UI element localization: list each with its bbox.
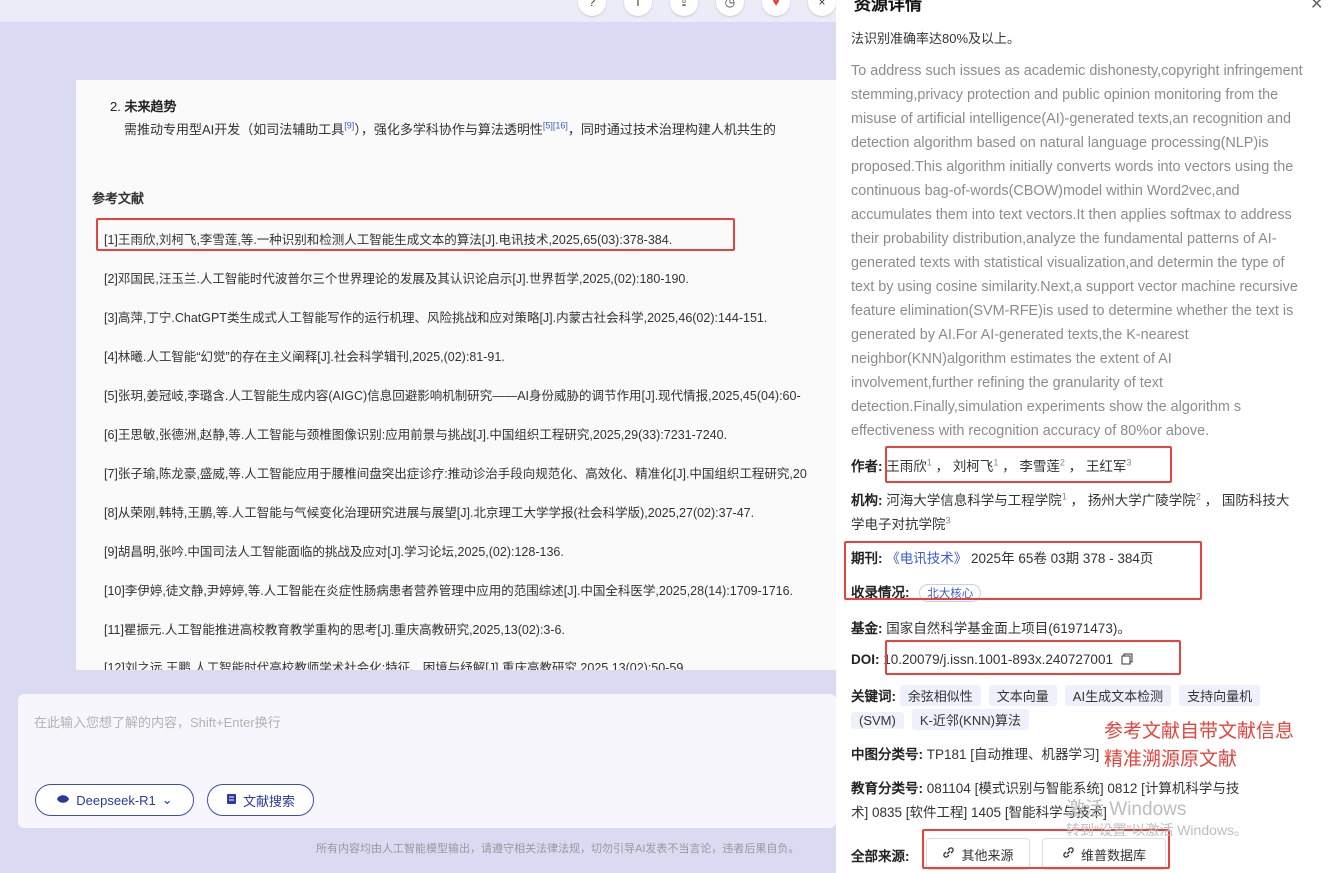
keywords-label: 关键词: bbox=[851, 689, 896, 704]
reference-item[interactable]: [12]刘之远,王鹏.人工智能时代高校教师学术社会化:特征、困境与纾解[J].重… bbox=[104, 657, 687, 670]
history-icon[interactable]: ◷ bbox=[716, 0, 744, 16]
citation-link[interactable]: [5][16] bbox=[543, 121, 568, 131]
document-icon bbox=[226, 793, 237, 808]
institutions-row-continued: 学电子对抗学院3 bbox=[851, 515, 951, 533]
answer-document: 2. 未来趋势 需推动专用型AI开发（如司法辅助工具[9]），强化多学科协作与算… bbox=[76, 80, 836, 670]
edu-class-label: 教育分类号: bbox=[851, 781, 923, 796]
keyword-tag[interactable]: 支持向量机 bbox=[1179, 685, 1261, 706]
close-icon[interactable]: ✕ bbox=[1310, 0, 1323, 14]
activation-watermark-text: 转到“设置”以激活 Windows。 bbox=[1066, 822, 1249, 838]
institutions-label: 机构: bbox=[851, 493, 883, 508]
authors-highlight-box bbox=[885, 446, 1172, 483]
chat-input-placeholder: 在此输入您想了解的内容，Shift+Enter换行 bbox=[34, 715, 281, 730]
clc-row: 中图分类号: TP181 [自动推理、机器学习] bbox=[851, 743, 1099, 763]
reference-highlight-box bbox=[96, 218, 735, 251]
institutions-row: 机构: 河海大学信息科学与工程学院1 ， 扬州大学广陵学院2 ， 国防科技大 bbox=[851, 491, 1290, 509]
sources-label: 全部来源: bbox=[851, 849, 910, 864]
reference-item[interactable]: [7]张子瑜,陈龙豪,盛威,等.人工智能应用于腰椎间盘突出症诊疗:推动诊治手段向… bbox=[104, 463, 807, 482]
model-icon bbox=[56, 793, 70, 808]
literature-search-label: 文献搜索 bbox=[242, 793, 295, 809]
keyword-tag[interactable]: (SVM) bbox=[851, 712, 904, 729]
annotation-line2: 精准溯源原文献 bbox=[1104, 749, 1238, 770]
keyword-tag[interactable]: AI生成文本检测 bbox=[1064, 685, 1172, 706]
journal-highlight-box bbox=[844, 541, 1202, 600]
reference-item[interactable]: [8]从荣刚,韩特,王鹏,等.人工智能与气候变化治理研究进展与展望[J].北京理… bbox=[104, 502, 754, 521]
chinese-abstract-end: 法识别准确率达80%及以上。 bbox=[851, 31, 1021, 46]
activation-watermark-title: 激活 Windows bbox=[1066, 799, 1187, 820]
fund-row: 基金: 国家自然科学基金面上项目(61971473)。 bbox=[851, 617, 1131, 637]
future-trend-heading: 2. 未来趋势 bbox=[110, 99, 177, 114]
doi-highlight-box bbox=[885, 640, 1181, 675]
app-window: ? i ⇪ ◷ ♥ × 2. 未来趋势 需推动专用型AI开发（如司法辅助工具[9… bbox=[0, 0, 1336, 873]
top-toolbar: ? i ⇪ ◷ ♥ × bbox=[578, 0, 836, 16]
references-heading: 参考文献 bbox=[92, 191, 145, 206]
chevron-down-icon: ⌄ bbox=[161, 792, 173, 807]
keywords-row-continued: (SVM) K-近邻(KNN)算法 bbox=[851, 709, 1037, 730]
model-select-button[interactable]: Deepseek-R1 ⌄ bbox=[35, 784, 194, 816]
literature-search-button[interactable]: 文献搜索 bbox=[207, 784, 314, 816]
reference-item[interactable]: [3]高萍,丁宁.ChatGPT类生成式人工智能写作的运行机理、风险挑战和应对策… bbox=[104, 307, 767, 326]
reference-item[interactable]: [9]胡昌明,张吟.中国司法人工智能面临的挑战及应对[J].学习论坛,2025,… bbox=[104, 541, 564, 560]
citation-link[interactable]: [9] bbox=[344, 121, 354, 131]
future-trend-text: 需推动专用型AI开发（如司法辅助工具[9]），强化多学科协作与算法透明性[5][… bbox=[124, 120, 776, 137]
share-icon[interactable]: ⇪ bbox=[670, 0, 698, 16]
disclaimer-text: 所有内容均由人工智能模型输出，请遵守相关法律法规，切勿引导AI发表不当言论，违者… bbox=[316, 843, 800, 855]
keyword-tag[interactable]: 文本向量 bbox=[988, 685, 1057, 706]
english-abstract: To address such issues as academic disho… bbox=[851, 63, 1303, 439]
authors-label: 作者: bbox=[851, 459, 883, 474]
reference-item[interactable]: [2]邓国民,汪玉兰.人工智能时代波普尔三个世界理论的发展及其认识论启示[J].… bbox=[104, 268, 689, 287]
help-icon[interactable]: ? bbox=[578, 0, 606, 16]
reference-item[interactable]: [4]林曦.人工智能“幻觉”的存在主义阐释[J].社会科学辑刊,2025,(02… bbox=[104, 346, 505, 365]
keywords-row: 关键词: 余弦相似性 文本向量 AI生成文本检测 支持向量机 bbox=[851, 685, 1268, 706]
info-icon[interactable]: i bbox=[624, 0, 652, 16]
sources-row: 全部来源: bbox=[851, 845, 910, 865]
keyword-tag[interactable]: 余弦相似性 bbox=[899, 685, 981, 706]
keyword-tag[interactable]: K-近邻(KNN)算法 bbox=[911, 709, 1029, 730]
clc-value: TP181 [自动推理、机器学习] bbox=[926, 747, 1100, 762]
favorite-icon[interactable]: ♥ bbox=[762, 0, 790, 16]
close-icon[interactable]: × bbox=[808, 0, 836, 16]
panel-title: 资源详情 bbox=[854, 0, 922, 14]
fund-label: 基金: bbox=[851, 621, 883, 636]
annotation-line1: 参考文献自带文献信息 bbox=[1104, 721, 1295, 742]
fund-value: 国家自然科学基金面上项目(61971473)。 bbox=[886, 621, 1131, 636]
chat-input-area[interactable]: 在此输入您想了解的内容，Shift+Enter换行 Deepseek-R1 ⌄ … bbox=[18, 694, 836, 828]
reference-item[interactable]: [11]瞿振元.人工智能推进高校教育教学重构的思考[J].重庆高教研究,2025… bbox=[104, 619, 565, 638]
doi-label: DOI: bbox=[851, 652, 880, 667]
reference-item[interactable]: [5]张玥,姜冠岐,李璐含.人工智能生成内容(AIGC)信息回避影响机制研究——… bbox=[104, 385, 801, 404]
clc-label: 中图分类号: bbox=[851, 747, 923, 762]
reference-item[interactable]: [6]王思敏,张德洲,赵静,等.人工智能与颈椎图像识别:应用前景与挑战[J].中… bbox=[104, 424, 727, 443]
reference-item[interactable]: [10]李伊婷,徒文静,尹婷婷,等.人工智能在炎症性肠病患者营养管理中应用的范围… bbox=[104, 580, 793, 599]
model-label: Deepseek-R1 bbox=[76, 792, 156, 808]
